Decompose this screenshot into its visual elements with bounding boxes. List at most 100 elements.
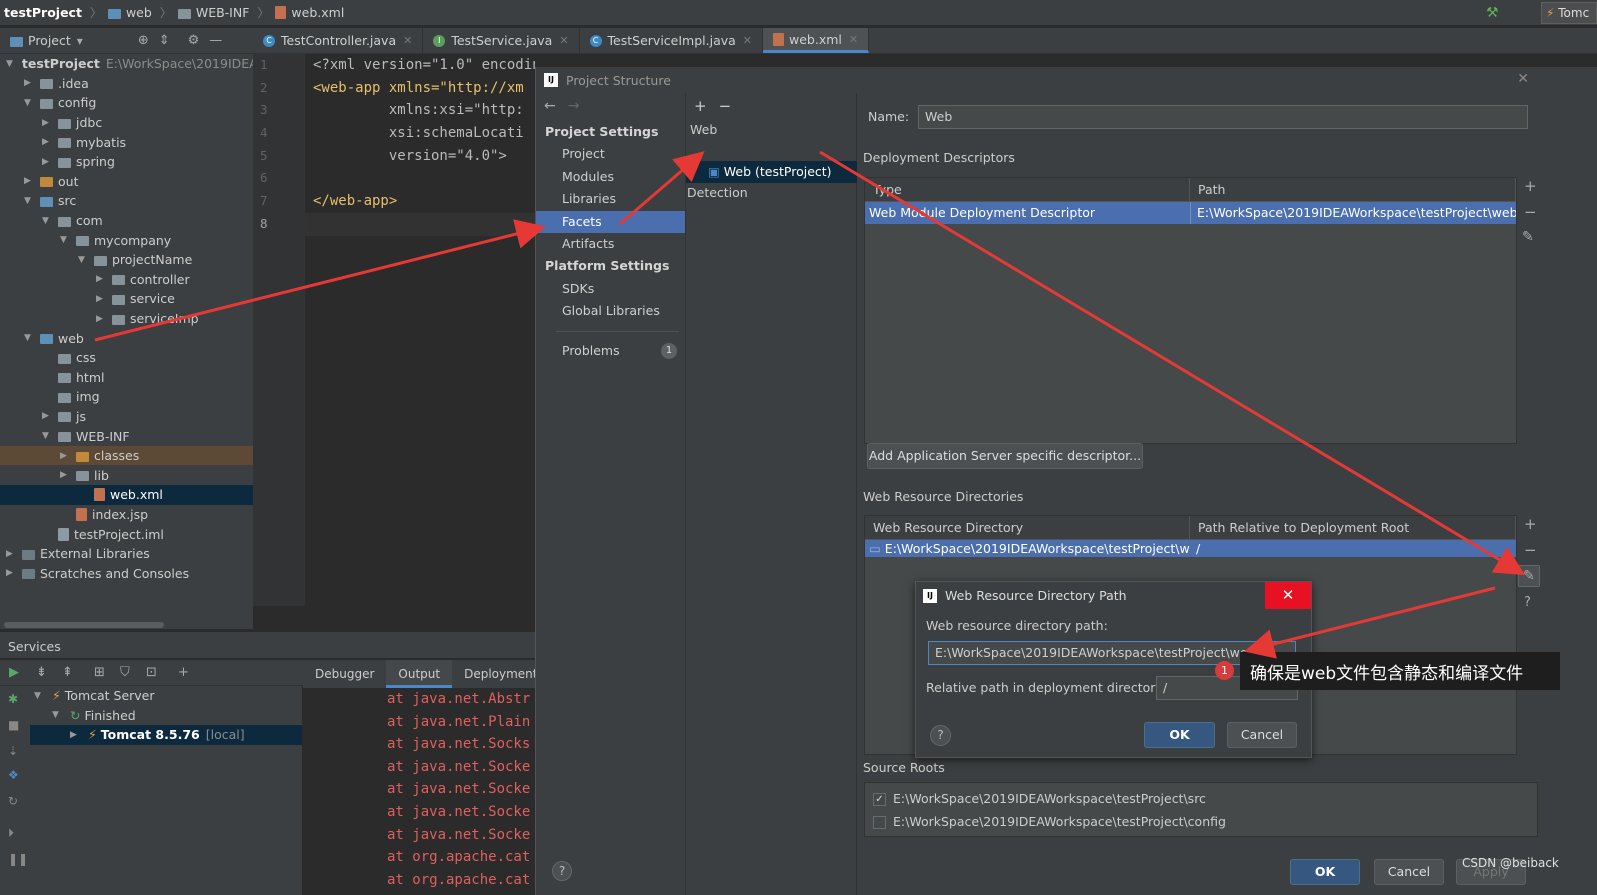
tree-node[interactable]: css xyxy=(0,348,253,368)
expanded-arrow-icon[interactable]: ▼ xyxy=(60,235,72,245)
run-config-selector[interactable]: ⚡ Tomc xyxy=(1541,2,1597,24)
tree-node[interactable]: ▶ Scratches and Consoles xyxy=(0,563,253,583)
collapsed-arrow-icon[interactable]: ▶ xyxy=(42,157,54,167)
collapsed-arrow-icon[interactable]: ▶ xyxy=(42,137,54,147)
tree-node[interactable]: ▼ projectName xyxy=(0,250,253,270)
close-icon[interactable]: ✕ xyxy=(1265,582,1311,609)
stop-icon[interactable]: ■ xyxy=(8,718,19,732)
console-output[interactable]: at java.net.Abstr at java.net.Plain at jav… xyxy=(303,688,535,895)
nav-item-modules[interactable]: Modules xyxy=(536,166,685,188)
tree-node[interactable]: ▶ External Libraries xyxy=(0,544,253,564)
tree-node[interactable]: ▼ testProject E:\WorkSpace\2019IDEA xyxy=(0,54,253,74)
tree-node[interactable]: ▶ service xyxy=(0,289,253,309)
tree-node[interactable]: testProject.iml xyxy=(0,524,253,544)
expanded-arrow-icon[interactable]: ▼ xyxy=(42,216,54,226)
expanded-arrow-icon[interactable]: ▼ xyxy=(42,431,54,441)
help-icon[interactable]: ? xyxy=(1524,595,1531,610)
expanded-arrow-icon[interactable]: ▼ xyxy=(24,98,36,108)
collapsed-arrow-icon[interactable]: ▶ xyxy=(96,274,108,284)
help-icon[interactable]: ? xyxy=(552,861,572,881)
collapsed-arrow-icon[interactable]: ▶ xyxy=(6,568,18,578)
cancel-button[interactable]: Cancel xyxy=(1227,722,1297,748)
debug-icon[interactable]: ✱ xyxy=(8,692,18,706)
service-node-tomcat-instance[interactable]: ▶ ⚡ Tomcat 8.5.76 [local] xyxy=(30,725,302,745)
nav-item-sdks[interactable]: SDKs xyxy=(536,278,685,300)
service-node-finished[interactable]: ▼ ↻ Finished xyxy=(30,706,302,726)
gear-icon[interactable]: ⚙ xyxy=(188,33,200,48)
tab-debugger[interactable]: Debugger xyxy=(303,660,386,688)
run-icon[interactable]: ▶ xyxy=(9,665,19,680)
tree-node[interactable]: ▼ WEB-INF xyxy=(0,426,253,446)
table-row-relative[interactable]: / xyxy=(1190,540,1516,557)
deploy-icon[interactable]: ⇣ xyxy=(8,744,18,758)
expanded-arrow-icon[interactable]: ▼ xyxy=(6,59,13,69)
column-header-path[interactable]: Path xyxy=(1190,178,1516,202)
tree-node[interactable]: index.jsp xyxy=(0,505,253,525)
add-icon[interactable]: + xyxy=(694,97,707,115)
breadcrumb-web[interactable]: web xyxy=(107,5,152,20)
tree-node[interactable]: ▶ serviceImp xyxy=(0,309,253,329)
expanded-arrow-icon[interactable]: ▼ xyxy=(24,196,36,206)
add-icon[interactable]: + xyxy=(1524,177,1537,195)
nav-item-artifacts[interactable]: Artifacts xyxy=(536,233,685,255)
hide-panel-icon[interactable]: — xyxy=(209,33,222,48)
table-row-directory[interactable]: ▭ E:\WorkSpace\2019IDEAWorkspace\testPro… xyxy=(865,540,1190,557)
facet-group-web[interactable]: Web xyxy=(686,117,856,139)
source-root-checkbox[interactable] xyxy=(873,816,886,829)
tree-node[interactable]: ▶ out xyxy=(0,172,253,192)
ok-button[interactable]: OK xyxy=(1144,722,1215,748)
expanded-arrow-icon[interactable]: ▼ xyxy=(24,333,36,343)
remove-icon[interactable]: − xyxy=(1524,541,1537,559)
close-icon[interactable]: ✕ xyxy=(403,34,412,47)
tree-node[interactable]: ▼ config xyxy=(0,93,253,113)
close-icon[interactable]: ✕ xyxy=(743,34,752,47)
editor-tab-active[interactable]: web.xml ✕ xyxy=(763,28,870,53)
tree-node[interactable]: ▶ mybatis xyxy=(0,132,253,152)
column-header-relative-path[interactable]: Path Relative to Deployment Root xyxy=(1190,516,1516,540)
tree-node[interactable]: img xyxy=(0,387,253,407)
tree-node[interactable]: ▼ web xyxy=(0,328,253,348)
pause-icon[interactable]: ❚❚ xyxy=(8,852,28,866)
facet-item-web[interactable]: ▣ Web (testProject) xyxy=(686,161,857,183)
tree-node[interactable]: ▶ js xyxy=(0,407,253,427)
facet-name-input[interactable]: Web xyxy=(918,105,1528,129)
tree-node[interactable]: ▼ com xyxy=(0,211,253,231)
editor-tab[interactable]: I TestService.java ✕ xyxy=(423,28,580,53)
nav-item-libraries[interactable]: Libraries xyxy=(536,188,685,210)
breadcrumb-web-xml[interactable]: web.xml xyxy=(275,5,344,20)
tree-node[interactable]: ▶ .idea xyxy=(0,74,253,94)
collapsed-arrow-icon[interactable]: ▶ xyxy=(42,411,54,421)
collapsed-arrow-icon[interactable]: ▶ xyxy=(24,176,36,186)
new-tab-icon[interactable]: ⊡ xyxy=(146,665,157,680)
locate-icon[interactable]: ⊕ xyxy=(138,33,149,48)
tab-output[interactable]: Output xyxy=(386,660,453,688)
breadcrumb-project[interactable]: testProject xyxy=(4,5,82,20)
add-server-descriptor-button[interactable]: Add Application Server specific descript… xyxy=(867,443,1143,469)
tree-node[interactable]: html xyxy=(0,368,253,388)
tree-node[interactable]: ▶ lib xyxy=(0,465,253,485)
editor-tab[interactable]: C TestServiceImpl.java ✕ xyxy=(580,28,764,53)
collapsed-arrow-icon[interactable]: ▶ xyxy=(60,451,72,461)
cancel-button[interactable]: Cancel xyxy=(1374,859,1444,885)
code-editor[interactable]: <?xml version="1.0" encoding="UTF-8"?> <w… xyxy=(305,54,535,606)
forward-arrow-icon[interactable]: → xyxy=(568,98,580,114)
nav-item-facets[interactable]: Facets xyxy=(536,210,685,233)
chevron-down-icon[interactable]: ▾ xyxy=(77,34,83,48)
expand-all-icon[interactable]: ⇟ xyxy=(36,665,47,680)
refresh-icon[interactable]: ↻ xyxy=(8,794,18,808)
ok-button[interactable]: OK xyxy=(1290,859,1360,885)
tree-node[interactable]: ▼ mycompany xyxy=(0,230,253,250)
facet-detection[interactable]: Detection xyxy=(686,185,748,200)
collapsed-arrow-icon[interactable]: ▶ xyxy=(96,294,108,304)
nav-item-global-libraries[interactable]: Global Libraries xyxy=(536,300,685,322)
horizontal-scrollbar[interactable] xyxy=(4,622,164,628)
collapsed-arrow-icon[interactable]: ▶ xyxy=(6,549,18,559)
filter-icon[interactable]: ⛉ xyxy=(120,665,130,680)
source-root-checkbox-checked[interactable]: ✓ xyxy=(873,793,886,806)
column-header-type[interactable]: Type xyxy=(865,178,1190,202)
close-icon[interactable]: ✕ xyxy=(849,33,858,46)
edit-pencil-icon[interactable]: ✎ xyxy=(1518,565,1540,587)
tree-node[interactable]: ▼ src xyxy=(0,191,253,211)
service-node-tomcat-server[interactable]: ▼ ⚡ Tomcat Server xyxy=(30,686,302,706)
close-icon[interactable]: ✕ xyxy=(559,34,568,47)
